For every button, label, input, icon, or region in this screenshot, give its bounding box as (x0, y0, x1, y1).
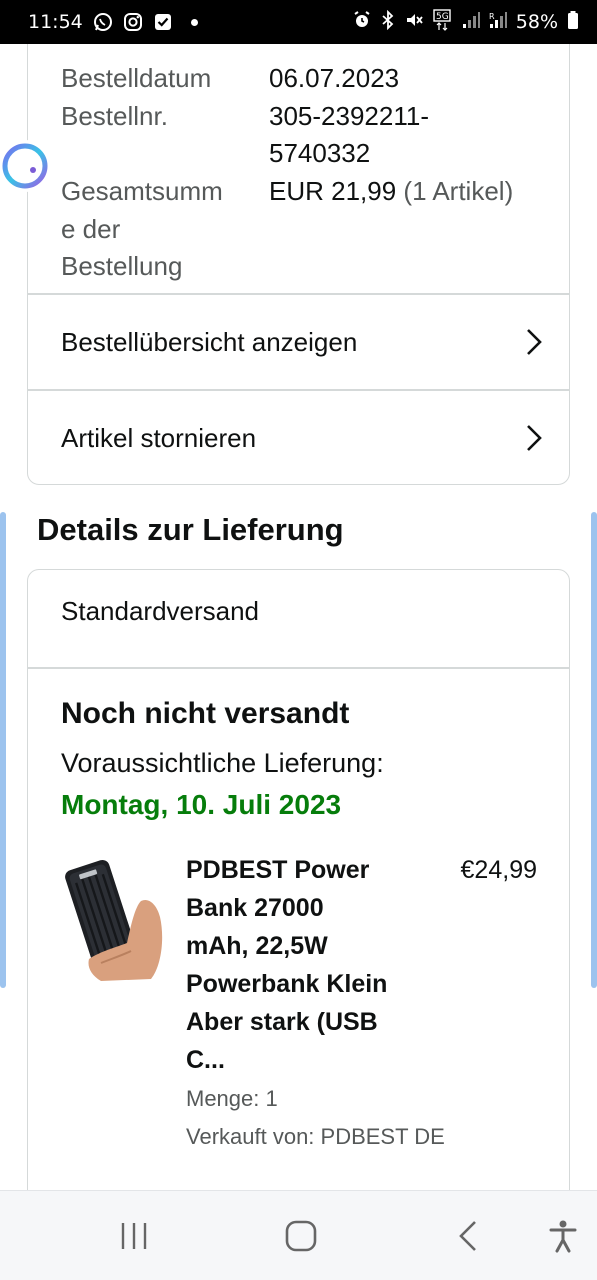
instagram-icon (123, 12, 143, 32)
view-order-summary-label: Bestellübersicht anzeigen (61, 326, 358, 357)
battery-icon (567, 10, 579, 35)
delivery-section-title: Details zur Lieferung (37, 512, 344, 547)
whatsapp-icon (93, 12, 113, 32)
home-button[interactable] (284, 1219, 318, 1253)
product-title-line: PDBEST Power (186, 856, 370, 884)
notification-dot-icon (190, 18, 198, 26)
divider (28, 667, 569, 669)
status-bar: 11:54 5G R 58% (0, 0, 597, 44)
order-total-label-line2: e der (61, 214, 121, 244)
battery-percent: 58% (515, 11, 558, 33)
product-title-line: Aber stark (USB (186, 1008, 378, 1036)
status-time: 11:54 (28, 11, 83, 33)
order-total-label-line3: Bestellung (61, 251, 183, 281)
order-total-value: EUR 21,99 (269, 176, 397, 206)
floating-assistant-bubble[interactable] (0, 140, 50, 192)
svg-text:R: R (489, 12, 495, 21)
order-info-card: Bestelldatum 06.07.2023 Bestellnr. 305-2… (27, 44, 570, 485)
status-right: 5G R 58% (352, 8, 579, 36)
checkbox-icon (153, 12, 173, 32)
chevron-right-icon (527, 425, 542, 451)
product-title-line: Bank 27000 (186, 894, 324, 922)
product-quantity: Menge: 1 (186, 1086, 278, 1111)
expected-delivery-date: Montag, 10. Juli 2023 (61, 789, 342, 820)
product-title-line: mAh, 22,5W (186, 932, 328, 960)
cancel-items-label: Artikel stornieren (61, 422, 257, 453)
cancel-items-link[interactable]: Artikel stornieren (28, 391, 569, 485)
back-button[interactable] (451, 1219, 485, 1253)
signal-icon (462, 11, 480, 34)
order-total-label-line1: Gesamtsumm (61, 176, 223, 206)
product-title[interactable]: PDBEST Power Bank 27000 mAh, 22,5W Power… (186, 851, 426, 1079)
back-icon (459, 1221, 476, 1251)
order-number-value-line2: 5740332 (269, 138, 371, 168)
order-total-value-row: EUR 21,99 (1 Artikel) (269, 173, 513, 211)
expected-delivery-label: Voraussichtliche Lieferung: (61, 748, 384, 778)
order-date-value: 06.07.2023 (269, 63, 400, 93)
status-left: 11:54 (28, 11, 198, 33)
bluetooth-icon (381, 9, 395, 35)
order-number-label: Bestellnr. (61, 101, 168, 131)
order-item-count: (1 Artikel) (403, 176, 514, 206)
system-navigation-bar (0, 1190, 597, 1280)
product-image[interactable] (61, 855, 163, 981)
order-date-label: Bestelldatum (61, 63, 212, 93)
recent-apps-icon (121, 1223, 147, 1249)
accessibility-button[interactable] (546, 1219, 580, 1253)
view-order-summary-link[interactable]: Bestellübersicht anzeigen (28, 295, 569, 389)
scroll-edge-left (0, 512, 6, 988)
product-title-line: Powerbank Klein (186, 970, 388, 998)
home-icon (285, 1220, 317, 1252)
shipping-method: Standardversand (61, 596, 260, 626)
recent-apps-button[interactable] (117, 1219, 151, 1253)
scroll-edge-right (591, 512, 597, 988)
accessibility-icon (549, 1220, 577, 1253)
shipment-status: Noch nicht versandt (61, 697, 350, 730)
main-content: Bestelldatum 06.07.2023 Bestellnr. 305-2… (0, 44, 597, 1190)
svg-text:5G: 5G (436, 12, 449, 22)
product-price: €24,99 (460, 856, 537, 884)
alarm-icon (352, 10, 372, 35)
product-seller: Verkauft von: PDBEST DE (186, 1124, 445, 1149)
signal-r-icon: R (489, 11, 507, 34)
mute-icon (404, 10, 424, 35)
delivery-card: Standardversand Noch nicht versandt Vora… (27, 569, 570, 1190)
product-title-line: C... (186, 1046, 225, 1074)
chevron-right-icon (527, 329, 542, 355)
network-5g-icon: 5G (433, 8, 453, 36)
order-number-value-line1: 305-2392211- (269, 101, 429, 131)
assistant-ring-icon (2, 143, 48, 189)
